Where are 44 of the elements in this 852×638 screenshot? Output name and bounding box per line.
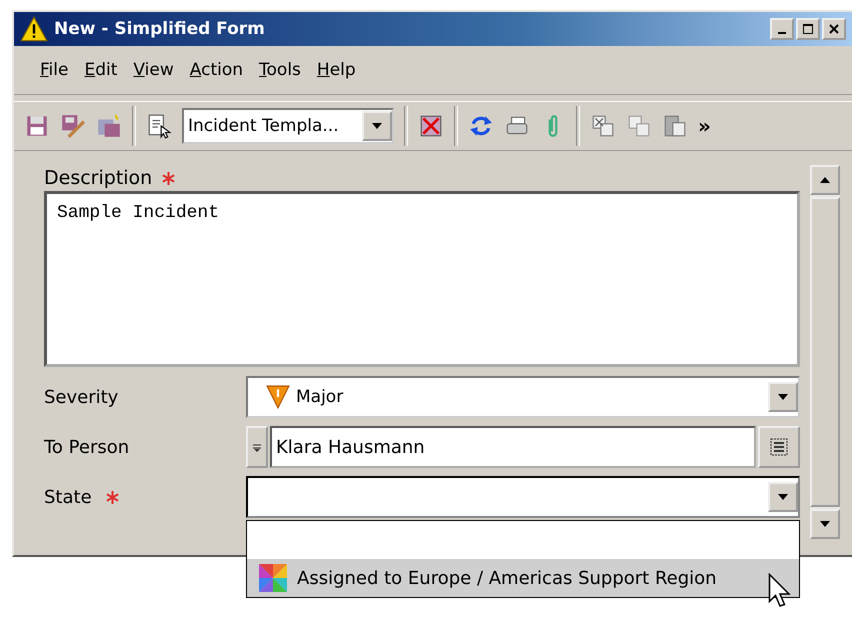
template-icon[interactable]	[146, 113, 172, 139]
menu-item[interactable]: Tools	[259, 60, 301, 80]
menu-icon	[253, 442, 261, 452]
scrollbar[interactable]	[810, 165, 840, 539]
overflow-button[interactable]: »	[698, 114, 711, 138]
severity-icon	[266, 385, 290, 409]
minimize-button[interactable]	[770, 18, 794, 40]
person-field[interactable]: Klara Hausmann	[270, 426, 756, 468]
save-copy-icon[interactable]	[96, 113, 122, 139]
field-label: State	[44, 486, 92, 508]
close-button[interactable]	[822, 18, 846, 40]
menu-item[interactable]: Edit	[84, 60, 118, 80]
scroll-up-icon	[820, 177, 830, 183]
caret-icon	[778, 394, 788, 400]
field-label: Severity	[44, 386, 120, 408]
template-dropdown[interactable]: Incident Templa...	[182, 108, 394, 144]
close-icon	[828, 23, 840, 35]
window-title: New - Simplified Form	[54, 19, 266, 39]
minimize-icon	[778, 32, 786, 34]
field-label: To Person	[44, 436, 130, 458]
warning-icon	[20, 16, 48, 42]
caret-icon	[778, 494, 788, 500]
cut-icon[interactable]	[590, 113, 616, 139]
list-icon	[769, 437, 789, 457]
field-label: Description	[44, 167, 152, 189]
menu-button[interactable]	[246, 426, 268, 468]
field-value: Sample Incident	[57, 203, 220, 223]
directory-button[interactable]	[758, 426, 800, 468]
caret-icon	[372, 123, 382, 129]
maximize-icon	[802, 23, 814, 35]
dropdown-option[interactable]: Assigned to Europe / Americas Support Region	[247, 559, 799, 597]
menu-item[interactable]: File	[40, 60, 68, 80]
menu-item[interactable]: Help	[316, 60, 356, 80]
severity-dropdown[interactable]: Major	[246, 376, 800, 418]
maximize-button[interactable]	[796, 18, 820, 40]
delete-icon[interactable]	[418, 113, 444, 139]
menu-item[interactable]: Action	[190, 60, 244, 80]
status-icon	[259, 564, 287, 592]
paste-icon[interactable]	[662, 113, 688, 139]
description-field[interactable]: Sample Incident	[44, 191, 800, 367]
state-dropdown[interactable]	[246, 476, 800, 518]
scroll-down-icon	[820, 521, 830, 527]
save-edit-icon[interactable]	[60, 113, 86, 139]
menu-item[interactable]: View	[133, 60, 174, 80]
